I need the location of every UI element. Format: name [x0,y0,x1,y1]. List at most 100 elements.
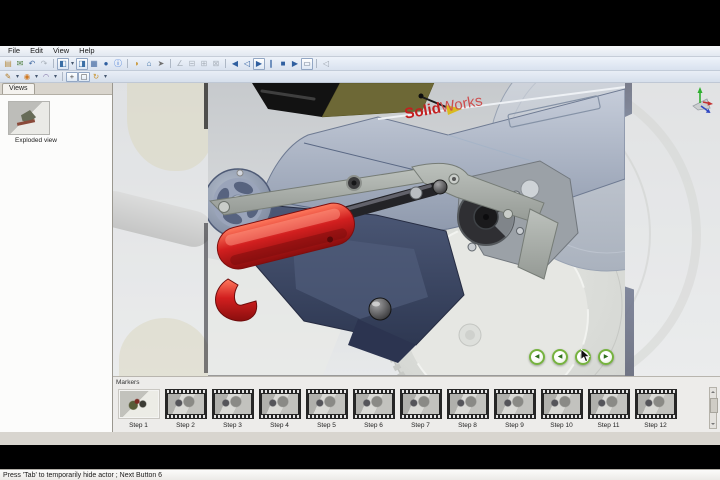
cloud-markup-icon[interactable]: ◠ [40,72,52,82]
view-label: Exploded view [11,137,61,144]
pivot-knob [369,298,391,320]
markup-icon[interactable]: ⊠ [210,58,222,70]
step-thumbnail[interactable] [353,389,395,419]
step-thumbnail[interactable] [635,389,677,419]
step-thumbnail[interactable] [165,389,207,419]
step-label: Step 4 [270,422,289,429]
pause-icon[interactable]: ∥ [265,58,277,70]
next-view-icon[interactable]: ◨ [76,58,88,70]
menu-item[interactable]: File [3,46,25,56]
marker-step-5[interactable]: Step 5 [303,389,350,429]
viewport-dim-right [625,83,720,376]
pen-markup-icon[interactable]: ✎ [2,72,14,82]
grid-view-icon[interactable]: ▦ [88,58,100,70]
step-thumbnail[interactable] [306,389,348,419]
rewind-icon[interactable]: ◀ [229,58,241,70]
video-frame: FileEditViewHelp ▤✉↶↷◧▾◨▦●ⓘ◗⌂➤∠⊟⊞⊠◀◁▶∥■▶… [0,0,720,480]
menu-item[interactable]: Edit [25,46,48,56]
step-forward-button[interactable]: ▶ [598,349,614,365]
step-thumbnail-image [403,394,439,414]
animation-panel-icon[interactable]: ▭ [301,58,313,70]
toolbar-separator [62,72,63,81]
step-thumbnail[interactable] [118,389,160,419]
marker-step-3[interactable]: Step 3 [209,389,256,429]
fast-forward-icon[interactable]: ▶ [289,58,301,70]
scrollbar-thumb[interactable] [710,398,718,413]
step-thumbnail[interactable] [541,389,583,419]
send-email-icon[interactable]: ✉ [14,58,26,70]
viewport-video-region[interactable]: SolidWorks ◀◀▶▶ [208,83,625,376]
step-thumbnail[interactable] [494,389,536,419]
toolbar-main: ▤✉↶↷◧▾◨▦●ⓘ◗⌂➤∠⊟⊞⊠◀◁▶∥■▶▭◁ [0,57,720,71]
step-thumbnail-image [120,391,158,417]
marker-step-10[interactable]: Step 10 [538,389,585,429]
view-thumbnail-exploded[interactable]: Exploded view [0,95,112,144]
status-bar: Press 'Tab' to temporarily hide actor ; … [0,469,720,480]
pen-dropdown-icon[interactable]: ▾ [14,72,21,82]
marker-step-6[interactable]: Step 6 [350,389,397,429]
step-thumbnail-image [544,394,580,414]
step-thumbnail[interactable] [400,389,442,419]
shaded-view-icon[interactable]: ● [100,58,112,70]
sound-icon[interactable]: ◁ [320,58,332,70]
measure-icon[interactable]: ∠ [174,58,186,70]
marker-steps: Step 1 Step 2 Step 3 [115,389,679,429]
step-back-button[interactable]: ◀ [552,349,568,365]
redo-icon[interactable]: ↷ [38,58,50,70]
tab-views[interactable]: Views [2,83,35,94]
stop-icon[interactable]: ■ [277,58,289,70]
play-icon[interactable]: ▶ [253,58,265,70]
rotate-icon[interactable]: ↻ [90,72,102,82]
menu-item[interactable]: Help [74,46,99,56]
step-thumbnail[interactable] [212,389,254,419]
rewind-button[interactable]: ◀ [529,349,545,365]
step-label: Step 12 [644,422,666,429]
marker-step-1[interactable]: Step 1 [115,389,162,429]
marker-step-7[interactable]: Step 7 [397,389,444,429]
step-label: Step 5 [317,422,336,429]
toolbar-separator [53,59,54,68]
step-thumbnail[interactable] [588,389,630,419]
open-icon[interactable]: ▤ [2,58,14,70]
shape-markup-icon[interactable]: ◉ [21,72,33,82]
step-label: Step 9 [505,422,524,429]
shape-dropdown-icon[interactable]: ▾ [33,72,40,82]
edrawings-window: FileEditViewHelp ▤✉↶↷◧▾◨▦●ⓘ◗⌂➤∠⊟⊞⊠◀◁▶∥■▶… [0,46,720,445]
marker-step-4[interactable]: Step 4 [256,389,303,429]
cloud-dropdown-icon[interactable]: ▾ [52,72,59,82]
previous-view-icon[interactable]: ◧ [57,58,69,70]
step-thumbnail-image [638,394,674,414]
animation-playback-controls: ◀◀▶▶ [529,349,614,365]
previous-frame-icon[interactable]: ◁ [241,58,253,70]
marker-step-2[interactable]: Step 2 [162,389,209,429]
markers-scrollbar[interactable] [709,387,717,429]
step-thumbnail-image [262,394,298,414]
notify-icon[interactable]: ◗ [131,58,143,70]
marker-step-12[interactable]: Step 12 [632,389,679,429]
toolbar-separator [225,59,226,68]
marker-step-9[interactable]: Step 9 [491,389,538,429]
toolbar-markup: ✎▾◉▾◠▾+▢↻▾ [0,71,720,83]
select-icon[interactable]: ➤ [155,58,167,70]
undo-icon[interactable]: ↶ [26,58,38,70]
rotate-dropdown-icon[interactable]: ▾ [102,72,109,82]
mass-properties-icon[interactable]: ⊞ [198,58,210,70]
zoom-window-icon[interactable]: ▢ [78,72,90,82]
view-thumbnail-image[interactable] [8,101,50,135]
home-view-icon[interactable]: ⌂ [143,58,155,70]
view-mode-dropdown-icon[interactable]: ▾ [69,58,76,70]
status-text: Press 'Tab' to temporarily hide actor ; … [3,472,162,479]
step-label: Step 3 [223,422,242,429]
step-thumbnail[interactable] [259,389,301,419]
menu-item[interactable]: View [48,46,74,56]
toolbar-separator [170,59,171,68]
step-thumbnail-image [497,394,533,414]
marker-step-8[interactable]: Step 8 [444,389,491,429]
step-thumbnail-image [309,394,345,414]
pan-icon[interactable]: + [66,72,78,82]
viewport[interactable]: SolidWorks ◀◀▶▶ [113,83,720,376]
marker-step-11[interactable]: Step 11 [585,389,632,429]
step-thumbnail[interactable] [447,389,489,419]
section-icon[interactable]: ⊟ [186,58,198,70]
info-icon[interactable]: ⓘ [112,58,124,70]
